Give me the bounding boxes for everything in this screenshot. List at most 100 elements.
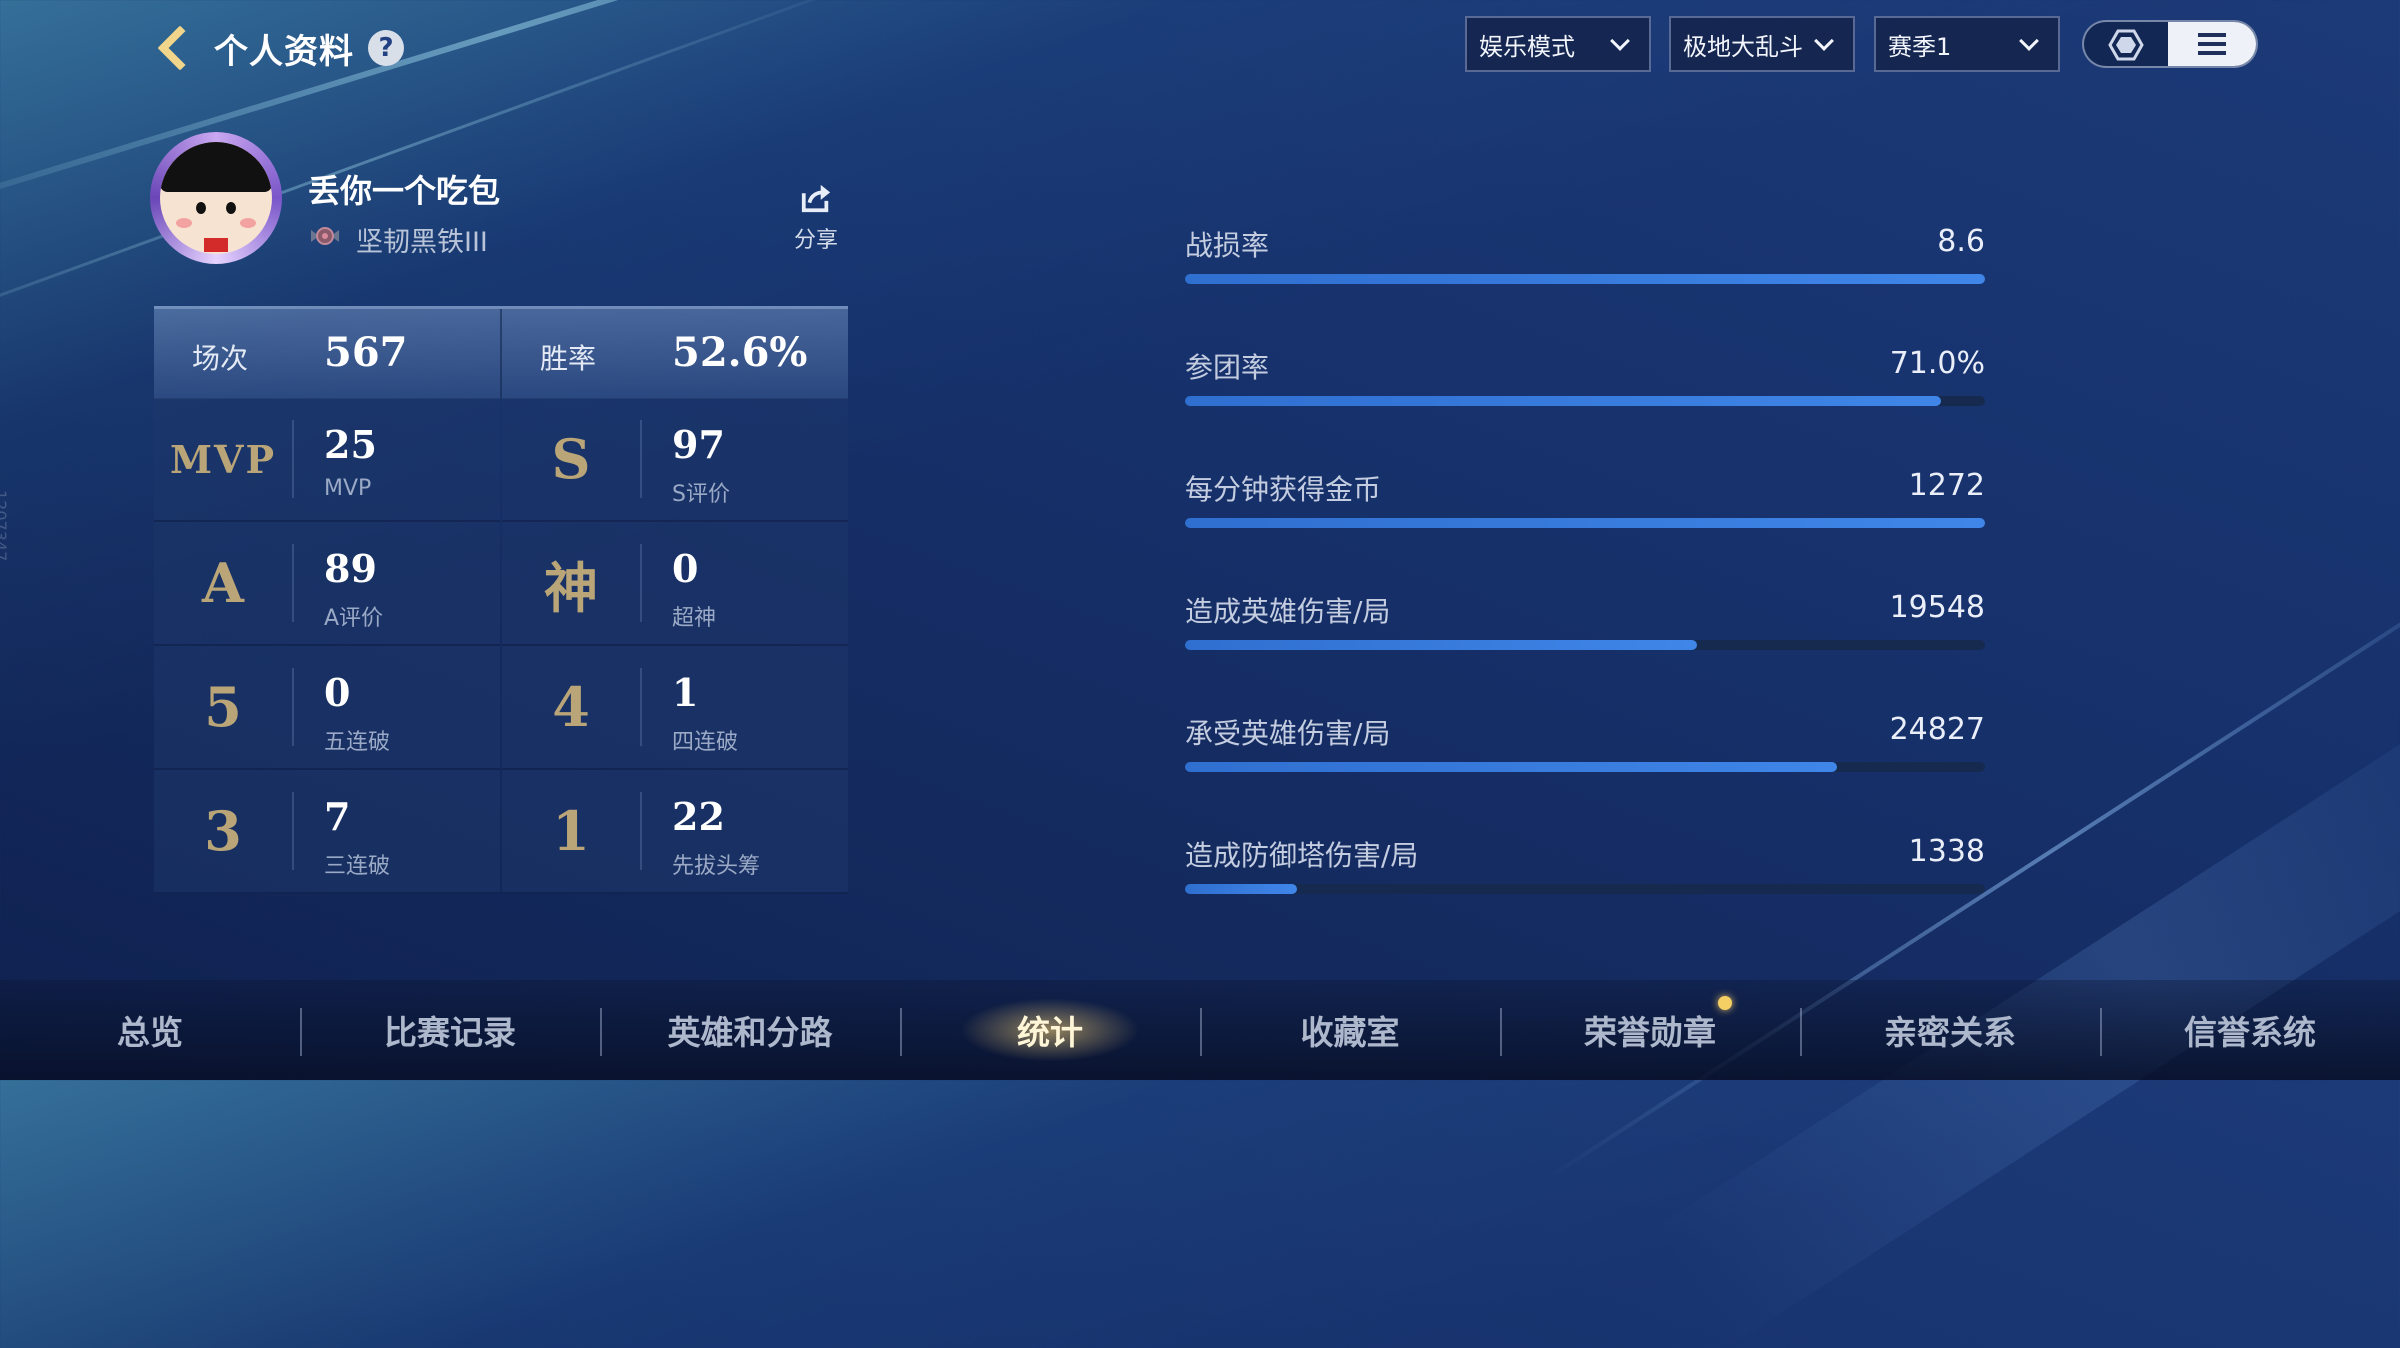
metric-value: 71.0% (1889, 346, 1985, 381)
metric-label: 造成英雄伤害/局 (1185, 595, 1391, 628)
a-rating-icon: A (202, 551, 244, 615)
stat-label: 先拔头筹 (672, 854, 761, 879)
tab-collection[interactable]: 收藏室 (1200, 980, 1500, 1080)
bottom-tab-bar: 总览 比赛记录 英雄和分路 统计 收藏室 荣誉勋章 亲密关系 信誉系统 (0, 980, 2400, 1080)
winrate-label: 胜率 (540, 342, 597, 375)
tab-honor-medals[interactable]: 荣誉勋章 (1500, 980, 1800, 1080)
metric-label: 战损率 (1185, 229, 1270, 262)
tab-label: 亲密关系 (1884, 1013, 2016, 1052)
mvp-icon: MVP (169, 436, 277, 482)
metric-bar-track (1185, 274, 1985, 284)
metric-label: 参团率 (1185, 351, 1270, 384)
stat-label: 超神 (672, 606, 717, 631)
metric-bar-track (1185, 762, 1985, 772)
stat-cell-a-rating: A 89 A评价 (154, 522, 500, 646)
share-icon (801, 184, 831, 213)
stats-summary: 场次 567 胜率 52.6% (154, 306, 848, 399)
tab-label: 比赛记录 (384, 1013, 516, 1052)
metric-bar-track (1185, 884, 1985, 894)
tab-statistics[interactable]: 统计 (900, 980, 1200, 1080)
stat-value: 1 (672, 670, 699, 715)
page-title: 个人资料 (214, 31, 354, 72)
share-button[interactable]: 分享 (790, 182, 842, 254)
view-toggle (2082, 20, 2258, 68)
metric-value: 19548 (1889, 590, 1985, 625)
tab-label: 统计 (1017, 1013, 1083, 1052)
metric-bar-fill (1185, 518, 1985, 528)
metric-bar-fill (1185, 274, 1985, 284)
rank-badge-icon (311, 227, 339, 245)
mode-dropdown-value: 娱乐模式 (1479, 32, 1575, 61)
metric-bar-track (1185, 518, 1985, 528)
legendary-icon: 神 (544, 555, 598, 620)
rank-label: 坚韧黑铁III (356, 227, 488, 258)
season-dropdown[interactable]: 赛季1 (1874, 16, 2060, 72)
stat-cell-legendary: 神 0 超神 (502, 522, 848, 646)
stat-value: 0 (324, 670, 351, 715)
tab-overview[interactable]: 总览 (0, 980, 300, 1080)
avatar[interactable] (150, 128, 284, 276)
metric-value: 1338 (1908, 834, 1985, 869)
tab-label: 英雄和分路 (667, 1013, 833, 1052)
stat-label: A评价 (324, 606, 384, 631)
matches-value: 567 (324, 329, 408, 376)
quadra-kill-icon: 4 (552, 675, 590, 739)
tab-relationships[interactable]: 亲密关系 (1800, 980, 2100, 1080)
mode-dropdown[interactable]: 娱乐模式 (1465, 16, 1651, 72)
chevron-down-icon (1814, 31, 1834, 51)
stat-label: 五连破 (324, 730, 391, 755)
chevron-down-icon (2019, 31, 2039, 51)
triple-kill-icon: 3 (204, 799, 242, 863)
stat-cell-triple-kill: 3 7 三连破 (154, 770, 500, 894)
metric-row: 参团率 71.0% (1185, 346, 1985, 426)
tab-heroes-lanes[interactable]: 英雄和分路 (600, 980, 900, 1080)
metric-value: 8.6 (1937, 224, 1985, 259)
stat-cell-s-rating: S 97 S评价 (502, 398, 848, 522)
first-blood-icon: 1 (552, 799, 590, 863)
metric-bar-track (1185, 396, 1985, 406)
map-dropdown[interactable]: 极地大乱斗 (1669, 16, 1855, 72)
metric-row: 战损率 8.6 (1185, 224, 1985, 304)
stat-value: 89 (324, 546, 377, 591)
stat-cell-first-blood: 1 22 先拔头筹 (502, 770, 848, 894)
metric-row: 造成防御塔伤害/局 1338 (1185, 834, 1985, 914)
metric-bar-track (1185, 640, 1985, 650)
tab-label: 总览 (117, 1013, 183, 1052)
tab-label: 收藏室 (1300, 1013, 1400, 1052)
notification-dot (1718, 996, 1732, 1010)
metric-row: 造成英雄伤害/局 19548 (1185, 590, 1985, 670)
back-button[interactable]: 个人资料 (150, 20, 354, 76)
metric-bar-fill (1185, 762, 1837, 772)
metric-bar-fill (1185, 640, 1697, 650)
metric-value: 1272 (1908, 468, 1985, 503)
stat-value: 22 (672, 794, 725, 839)
tab-label: 荣誉勋章 (1584, 1013, 1716, 1052)
stat-value: 7 (324, 794, 351, 839)
metric-row: 每分钟获得金币 1272 (1185, 468, 1985, 548)
help-icon[interactable]: ? (368, 30, 404, 66)
share-label: 分享 (793, 228, 838, 253)
stat-label: S评价 (672, 482, 730, 507)
list-view-icon[interactable] (2168, 22, 2256, 66)
tab-credit-system[interactable]: 信誉系统 (2100, 980, 2400, 1080)
metric-row: 承受英雄伤害/局 24827 (1185, 712, 1985, 792)
tab-match-history[interactable]: 比赛记录 (300, 980, 600, 1080)
stat-label: 三连破 (324, 854, 391, 879)
stat-value: 0 (672, 546, 699, 591)
username: 丢你一个吃包 (308, 172, 501, 210)
stat-label: 四连破 (672, 730, 739, 755)
s-rating-icon: S (551, 427, 591, 491)
side-id: 1207347 (0, 490, 10, 562)
stat-cell-penta-kill: 5 0 五连破 (154, 646, 500, 770)
chevron-down-icon (1610, 31, 1630, 51)
penta-kill-icon: 5 (204, 675, 242, 739)
metric-bar-fill (1185, 396, 1941, 406)
stat-cell-mvp: MVP 25 MVP (154, 398, 500, 522)
stats-panel: 场次 567 胜率 52.6% MVP 25 MVP S 97 S评价 A 89… (154, 306, 848, 894)
hexagon-view-icon[interactable] (2104, 28, 2148, 62)
stat-value: 25 (324, 422, 377, 467)
season-dropdown-value: 赛季1 (1888, 32, 1952, 61)
metric-label: 每分钟获得金币 (1185, 473, 1382, 506)
stat-cell-quadra-kill: 4 1 四连破 (502, 646, 848, 770)
metric-value: 24827 (1889, 712, 1985, 747)
